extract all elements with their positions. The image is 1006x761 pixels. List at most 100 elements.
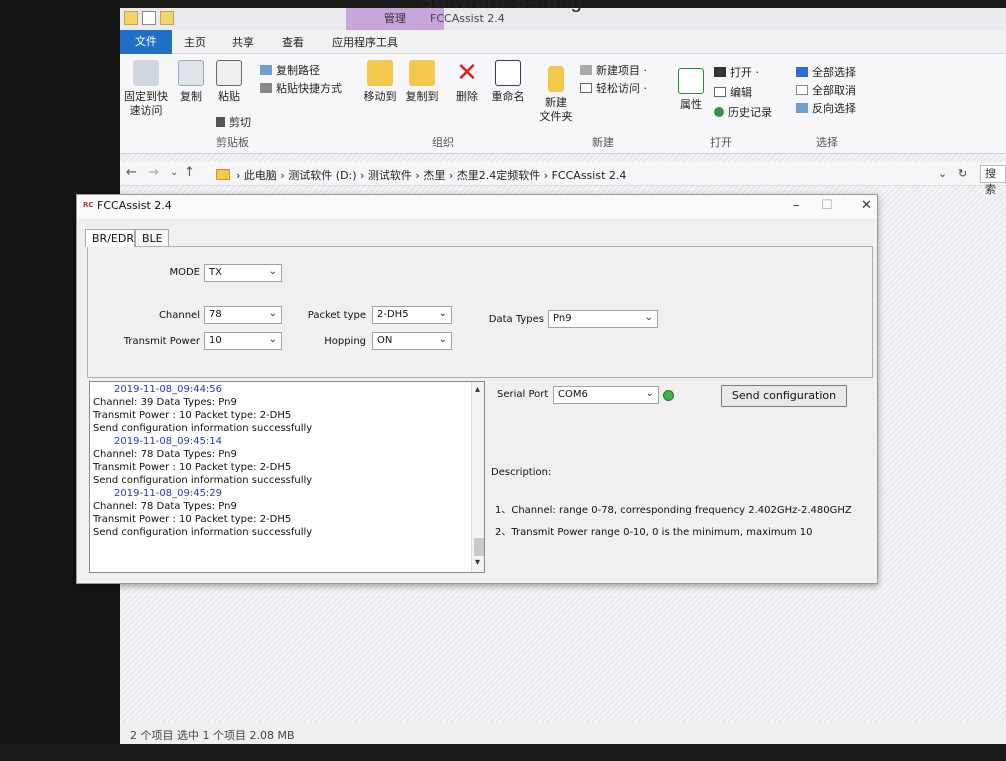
edit-button[interactable]: 编辑	[714, 84, 752, 100]
group-clipboard-label: 剪贴板	[216, 136, 249, 149]
tab-file[interactable]: 文件	[120, 30, 172, 54]
copy-button[interactable]: 复制	[174, 60, 208, 104]
tab-br-edr[interactable]: BR/EDR	[85, 229, 135, 247]
scissors-icon	[216, 117, 225, 127]
copy-path-button[interactable]: 复制路径	[260, 62, 320, 78]
transmit-power-select[interactable]: 10 ⌄	[204, 332, 282, 350]
send-configuration-button[interactable]: Send configuration	[721, 385, 847, 407]
maximize-icon[interactable]: ☐	[821, 198, 833, 213]
select-none-icon	[796, 85, 808, 95]
close-icon[interactable]: ✕	[861, 198, 872, 213]
config-panel: MODE TX ⌄ Channel 78 ⌄ Packet type 2-DH5 ⌄ …	[87, 246, 873, 378]
select-none-button[interactable]: 全部取消	[796, 82, 856, 98]
log-line: Transmit Power : 10 Packet type: 2-DH5	[93, 410, 292, 421]
mode-select[interactable]: TX ⌄	[204, 264, 282, 282]
path-icon	[260, 65, 272, 75]
up-arrow-icon[interactable]: ↑	[184, 165, 195, 180]
chevron-down-icon: ⌄	[438, 308, 447, 319]
tab-view[interactable]: 查看	[282, 34, 304, 50]
copy-to-button[interactable]: 复制到	[402, 60, 442, 104]
mode-label: MODE	[169, 267, 200, 278]
group-open-label: 打开	[710, 136, 732, 149]
log-scrollbar[interactable]: ▴ ▾	[471, 382, 484, 572]
address-dropdown-icon[interactable]: ⌄	[938, 167, 947, 180]
pin-label-2: 速访问	[129, 104, 163, 117]
edit-icon	[714, 87, 726, 97]
packet-type-label: Packet type	[307, 310, 366, 321]
hopping-label: Hopping	[324, 336, 366, 347]
group-organize-label: 组织	[432, 136, 454, 149]
tab-ble[interactable]: BLE	[135, 229, 169, 247]
paste-button[interactable]: 粘贴	[212, 60, 246, 104]
fcc-window-title: FCCAssist 2.4	[97, 199, 172, 212]
breadcrumb[interactable]: › 此电脑 › 测试软件 (D:) › 测试软件 › 杰里 › 杰里2.4定频软…	[216, 167, 626, 183]
log-textbox[interactable]: 2019-11-08_09:44:56 Channel: 39 Data Typ…	[89, 381, 485, 573]
minimize-icon[interactable]: –	[793, 198, 800, 213]
explorer-status-bar: 2 个项目 选中 1 个项目 2.08 MB	[120, 722, 1006, 744]
chevron-down-icon: ⌄	[268, 334, 277, 345]
serial-port-label: Serial Port	[497, 389, 549, 400]
select-all-button[interactable]: 全部选择	[796, 64, 856, 80]
open-icon	[714, 67, 726, 77]
pin-quick-access-button[interactable]: 固定到快 速访问	[122, 60, 170, 118]
fccassist-window: RC FCCAssist 2.4 – ☐ ✕ BR/EDR BLE MODE T…	[76, 194, 878, 584]
hopping-select[interactable]: ON ⌄	[372, 332, 452, 350]
scroll-up-icon[interactable]: ▴	[475, 384, 480, 395]
chevron-down-icon: ⌄	[268, 266, 277, 277]
refresh-icon[interactable]: ↻	[958, 167, 967, 180]
log-line: Send configuration information successfu…	[93, 475, 313, 486]
search-input[interactable]: 搜索	[980, 165, 1006, 196]
new-folder-button[interactable]: 新建 文件夹	[534, 66, 578, 124]
paste-shortcut-button[interactable]: 粘贴快捷方式	[260, 80, 342, 96]
move-to-button[interactable]: 移动到	[358, 60, 402, 104]
image-caption: Software Setting	[420, 0, 583, 13]
checkbox-icon[interactable]	[142, 11, 156, 25]
group-new-label: 新建	[592, 136, 614, 149]
packet-type-select[interactable]: 2-DH5 ⌄	[372, 306, 452, 324]
log-line: Channel: 39 Data Types: Pn9	[93, 397, 237, 408]
log-line: Send configuration information successfu…	[93, 423, 313, 434]
serial-pane: Serial Port COM6 ⌄ Send configuration Des…	[487, 381, 875, 573]
copy-icon	[178, 60, 204, 86]
cut-button[interactable]: 剪切	[216, 114, 251, 130]
data-types-label: Data Types	[488, 314, 544, 325]
history-icon	[714, 107, 724, 117]
rename-button[interactable]: 重命名	[488, 60, 528, 104]
scroll-thumb[interactable]	[474, 538, 484, 556]
open-button[interactable]: 打开 ·	[714, 64, 759, 80]
chevron-down-icon: ⌄	[645, 388, 654, 399]
log-timestamp: 2019-11-08_09:44:56	[114, 384, 223, 395]
chevron-down-icon: ⌄	[644, 312, 653, 323]
tab-home[interactable]: 主页	[184, 34, 206, 50]
tab-share[interactable]: 共享	[232, 34, 254, 50]
log-line: Channel: 78 Data Types: Pn9	[93, 501, 237, 512]
history-button[interactable]: 历史记录	[714, 104, 772, 120]
fcc-title-bar: RC FCCAssist 2.4 – ☐ ✕	[77, 195, 877, 219]
app-icon: RC	[83, 201, 94, 209]
transmit-power-label: Transmit Power	[123, 336, 200, 347]
recent-locations-icon[interactable]: ⌄	[170, 167, 178, 178]
description-line-2: 2、Transmit Power range 0-10, 0 is the mi…	[495, 527, 813, 538]
pin-label-1: 固定到快	[124, 90, 168, 103]
scroll-down-icon[interactable]: ▾	[475, 557, 480, 568]
channel-label: Channel	[158, 310, 200, 321]
checkmark-icon	[678, 68, 704, 94]
chevron-down-icon: ⌄	[268, 308, 277, 319]
tab-app-tools[interactable]: 应用程序工具	[332, 34, 398, 50]
data-types-select[interactable]: Pn9 ⌄	[548, 310, 658, 328]
new-item-button[interactable]: 新建项目 ·	[580, 62, 647, 78]
log-timestamp: 2019-11-08_09:45:29	[114, 488, 223, 499]
channel-select[interactable]: 78 ⌄	[204, 306, 282, 324]
properties-button[interactable]: 属性	[674, 68, 708, 112]
copy-folder-icon	[409, 60, 435, 86]
serial-port-select[interactable]: COM6 ⌄	[553, 386, 659, 404]
delete-x-icon: ✕	[456, 58, 478, 88]
log-line: Channel: 78 Data Types: Pn9	[93, 449, 237, 460]
description-line-1: 1、Channel: range 0-78, corresponding fre…	[495, 505, 852, 516]
address-bar: ← → ⌄ ↑ › 此电脑 › 测试软件 (D:) › 测试软件 › 杰里 › …	[120, 162, 1006, 196]
invert-selection-button[interactable]: 反向选择	[796, 100, 856, 116]
forward-arrow-icon[interactable]: →	[148, 165, 159, 180]
back-arrow-icon[interactable]: ←	[126, 165, 137, 180]
easy-access-button[interactable]: 轻松访问 ·	[580, 80, 647, 96]
delete-button[interactable]: ✕ 删除	[452, 60, 482, 104]
